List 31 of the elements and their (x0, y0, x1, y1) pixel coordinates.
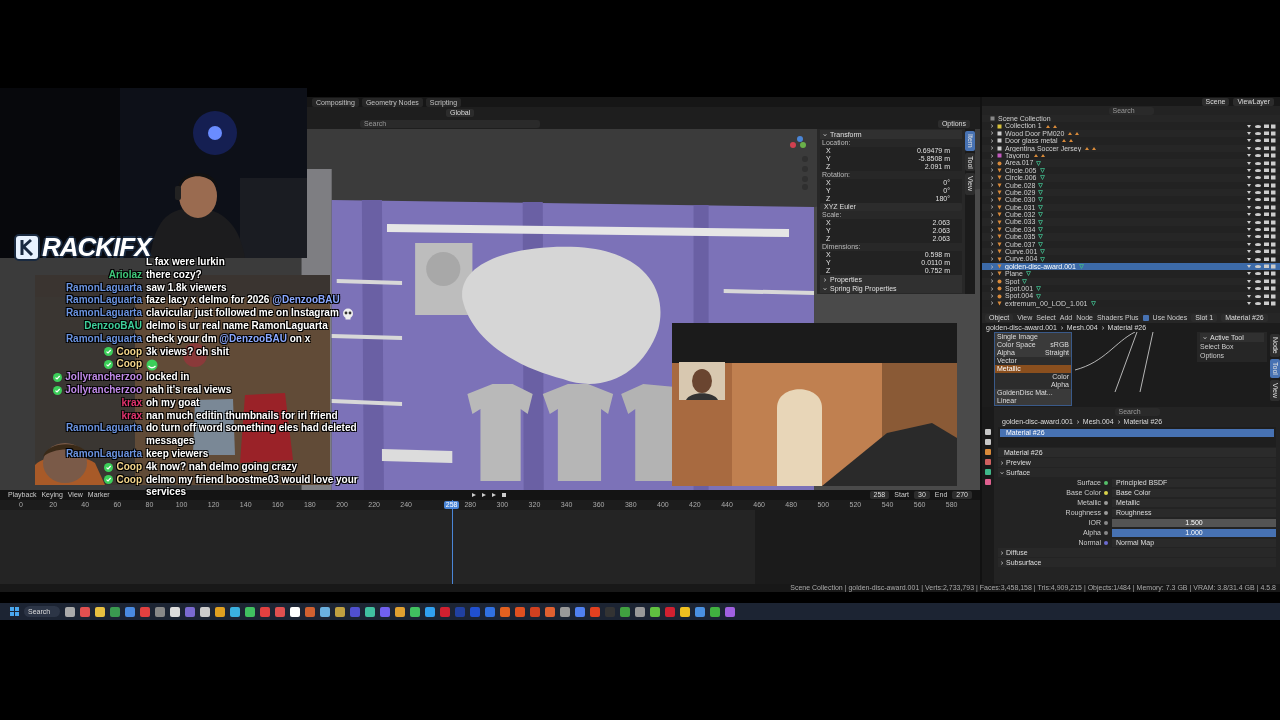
app-icon[interactable] (65, 606, 76, 617)
collection-icon (990, 116, 995, 122)
chevron-right-icon (1059, 325, 1064, 330)
object-icon (997, 300, 1002, 306)
app-icon[interactable] (200, 606, 211, 617)
checkbox[interactable] (1142, 315, 1149, 321)
visibility-toggles-drawing (1246, 264, 1276, 269)
app-icon[interactable] (230, 606, 241, 617)
app-icon[interactable] (320, 606, 331, 617)
app-icon[interactable] (410, 606, 421, 617)
light-icon (997, 160, 1002, 166)
chevron-right-icon (1000, 460, 1004, 465)
app-icon[interactable] (95, 606, 106, 617)
app-icon[interactable] (365, 606, 376, 617)
socket-dot (1104, 530, 1108, 535)
chevron-right-icon (1116, 419, 1121, 424)
start-icon (10, 607, 19, 616)
app-icon[interactable] (215, 606, 226, 617)
app-icon[interactable] (245, 606, 256, 617)
mesh-data-icon (1090, 300, 1096, 306)
app-icon[interactable] (290, 606, 301, 617)
mesh-data-icon (1078, 264, 1084, 269)
app-icon[interactable] (680, 606, 691, 617)
app-icon[interactable] (395, 606, 406, 617)
light-icon (997, 278, 1002, 284)
app-icon[interactable] (170, 606, 181, 617)
chevron-right-icon (1100, 325, 1105, 330)
app-icon[interactable] (335, 606, 346, 617)
app-icon[interactable] (650, 606, 661, 617)
chevron-right-icon (1075, 419, 1080, 424)
socket-dot (1104, 520, 1108, 525)
